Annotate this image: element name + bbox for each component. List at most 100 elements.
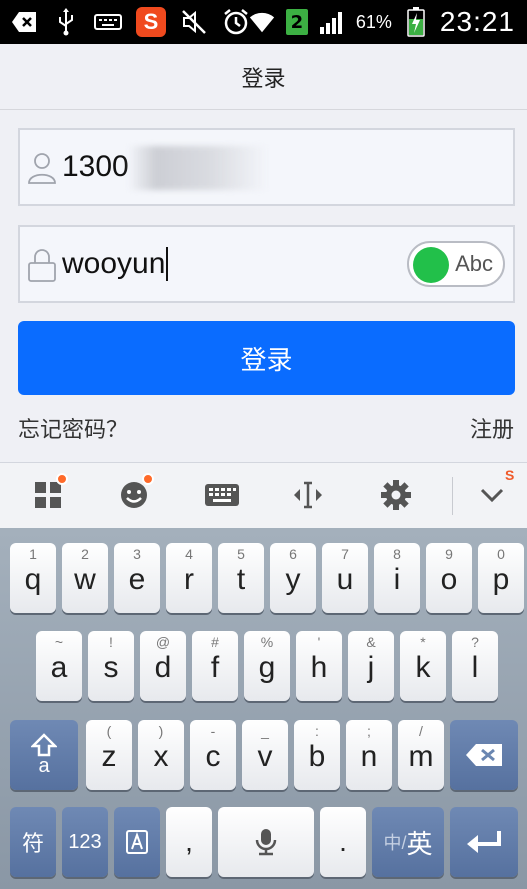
key-primary-label: j: [367, 651, 375, 684]
username-value: 1300: [62, 150, 129, 183]
language-switch-key[interactable]: 中/英: [372, 807, 444, 877]
apps-icon[interactable]: [30, 473, 68, 513]
key-x[interactable]: ) x: [138, 720, 184, 790]
keyboard: 1q2w3e4r5t6y7u8i9o0p ~ a! s @ d # f% g ' h & j * k? l …: [0, 528, 527, 889]
key-o[interactable]: 9o: [426, 543, 472, 613]
key-e[interactable]: 3e: [114, 543, 160, 613]
enter-key[interactable]: [450, 807, 518, 877]
keyboard-icon: [94, 8, 122, 36]
key-secondary-label: 6: [289, 546, 297, 562]
key-b[interactable]: :b: [294, 720, 340, 790]
key-secondary-label: 8: [393, 546, 401, 562]
lock-icon: [26, 247, 58, 283]
page-title: 登录: [241, 66, 286, 92]
notification-icon: [10, 8, 38, 36]
toggle-knob: [413, 247, 449, 283]
key-g[interactable]: % g: [244, 631, 290, 701]
key-primary-label: i: [393, 563, 401, 596]
key-d[interactable]: @ d: [140, 631, 186, 701]
key-primary-label: c: [205, 740, 221, 773]
key-l[interactable]: ? l: [452, 631, 498, 701]
key-secondary-label: %: [260, 634, 274, 650]
key-primary-label: b: [308, 740, 326, 773]
key-primary-label: d: [154, 651, 172, 684]
space-key[interactable]: [218, 807, 314, 877]
key-primary-label: l: [471, 651, 479, 684]
key-secondary-label: *: [420, 634, 426, 650]
symbol-key[interactable]: 符: [10, 807, 56, 877]
password-value-wrap: wooyun: [62, 227, 169, 301]
forgot-password-link[interactable]: 忘记密码？: [18, 412, 128, 444]
battery-percent: 61%: [355, 11, 392, 32]
key-t[interactable]: 5t: [218, 543, 264, 613]
key-primary-label: k: [415, 651, 431, 684]
comma-key[interactable]: ,: [166, 807, 212, 877]
key-primary-label: m: [408, 740, 434, 773]
status-bar: S 2 61% 23:21: [0, 0, 527, 44]
backspace-key[interactable]: [450, 720, 518, 790]
key-primary-label: x: [153, 740, 169, 773]
key-secondary-label: /: [419, 723, 423, 739]
key-s[interactable]: ! s: [88, 631, 134, 701]
key-p[interactable]: 0p: [478, 543, 524, 613]
toolbar-divider: [452, 477, 453, 515]
key-h[interactable]: ' h: [296, 631, 342, 701]
emoji-icon[interactable]: [116, 473, 154, 513]
key-i[interactable]: 8i: [374, 543, 420, 613]
key-primary-label: f: [210, 651, 220, 684]
shift-key[interactable]: a: [10, 720, 78, 790]
key-k[interactable]: * k: [400, 631, 446, 701]
microphone-icon: [255, 829, 277, 856]
key-v[interactable]: _ v: [242, 720, 288, 790]
key-secondary-label: 3: [133, 546, 141, 562]
sim2-icon: 2: [285, 9, 308, 35]
key-a[interactable]: ~ a: [36, 631, 82, 701]
key-f[interactable]: # f: [192, 631, 238, 701]
password-value: wooyun: [62, 247, 166, 280]
show-password-toggle[interactable]: Abc: [407, 241, 505, 287]
key-w[interactable]: 2w: [62, 543, 108, 613]
key-r[interactable]: 4r: [166, 543, 212, 613]
key-u[interactable]: 7u: [322, 543, 368, 613]
mute-icon: [180, 8, 208, 36]
alarm-icon: [222, 8, 250, 36]
ime-toolbar: S: [0, 462, 527, 528]
shift-letter: a: [38, 754, 50, 777]
key-secondary-label: 4: [185, 546, 193, 562]
sogou-icon: S: [136, 7, 166, 37]
key-z[interactable]: (z: [86, 720, 132, 790]
password-field[interactable]: wooyun Abc: [18, 225, 515, 303]
cursor-move-icon[interactable]: [290, 477, 326, 513]
handwrite-key[interactable]: [114, 807, 160, 877]
user-icon: [26, 150, 58, 186]
number-key[interactable]: 123: [62, 807, 108, 877]
key-primary-label: z: [101, 740, 117, 773]
redaction-blur: [128, 146, 268, 190]
username-field[interactable]: 1300: [18, 128, 515, 206]
key-q[interactable]: 1q: [10, 543, 56, 613]
key-c[interactable]: -c: [190, 720, 236, 790]
clock: 23:21: [439, 6, 515, 37]
period-key[interactable]: .: [320, 807, 366, 877]
key-secondary-label: 2: [81, 546, 89, 562]
key-primary-label: w: [74, 563, 96, 596]
text-caret: [166, 247, 169, 281]
key-secondary-label: :: [315, 723, 319, 739]
key-y[interactable]: 6y: [270, 543, 316, 613]
settings-icon[interactable]: [378, 477, 414, 513]
key-secondary-label: 0: [497, 546, 505, 562]
key-n[interactable]: ; n: [346, 720, 392, 790]
key-primary-label: q: [24, 563, 42, 596]
toggle-label: Abc: [455, 251, 493, 276]
apps-badge: [56, 473, 68, 485]
key-m[interactable]: / m: [398, 720, 444, 790]
keyboard-switch-icon[interactable]: [204, 477, 240, 513]
key-primary-label: h: [310, 651, 328, 684]
enter-icon: [467, 831, 501, 853]
key-secondary-label: ;: [367, 723, 371, 739]
register-link[interactable]: 注册: [470, 412, 514, 444]
key-j[interactable]: & j: [348, 631, 394, 701]
lang-key-main: 英: [406, 828, 433, 859]
login-button[interactable]: 登录: [18, 321, 515, 395]
key-secondary-label: ~: [54, 634, 64, 650]
